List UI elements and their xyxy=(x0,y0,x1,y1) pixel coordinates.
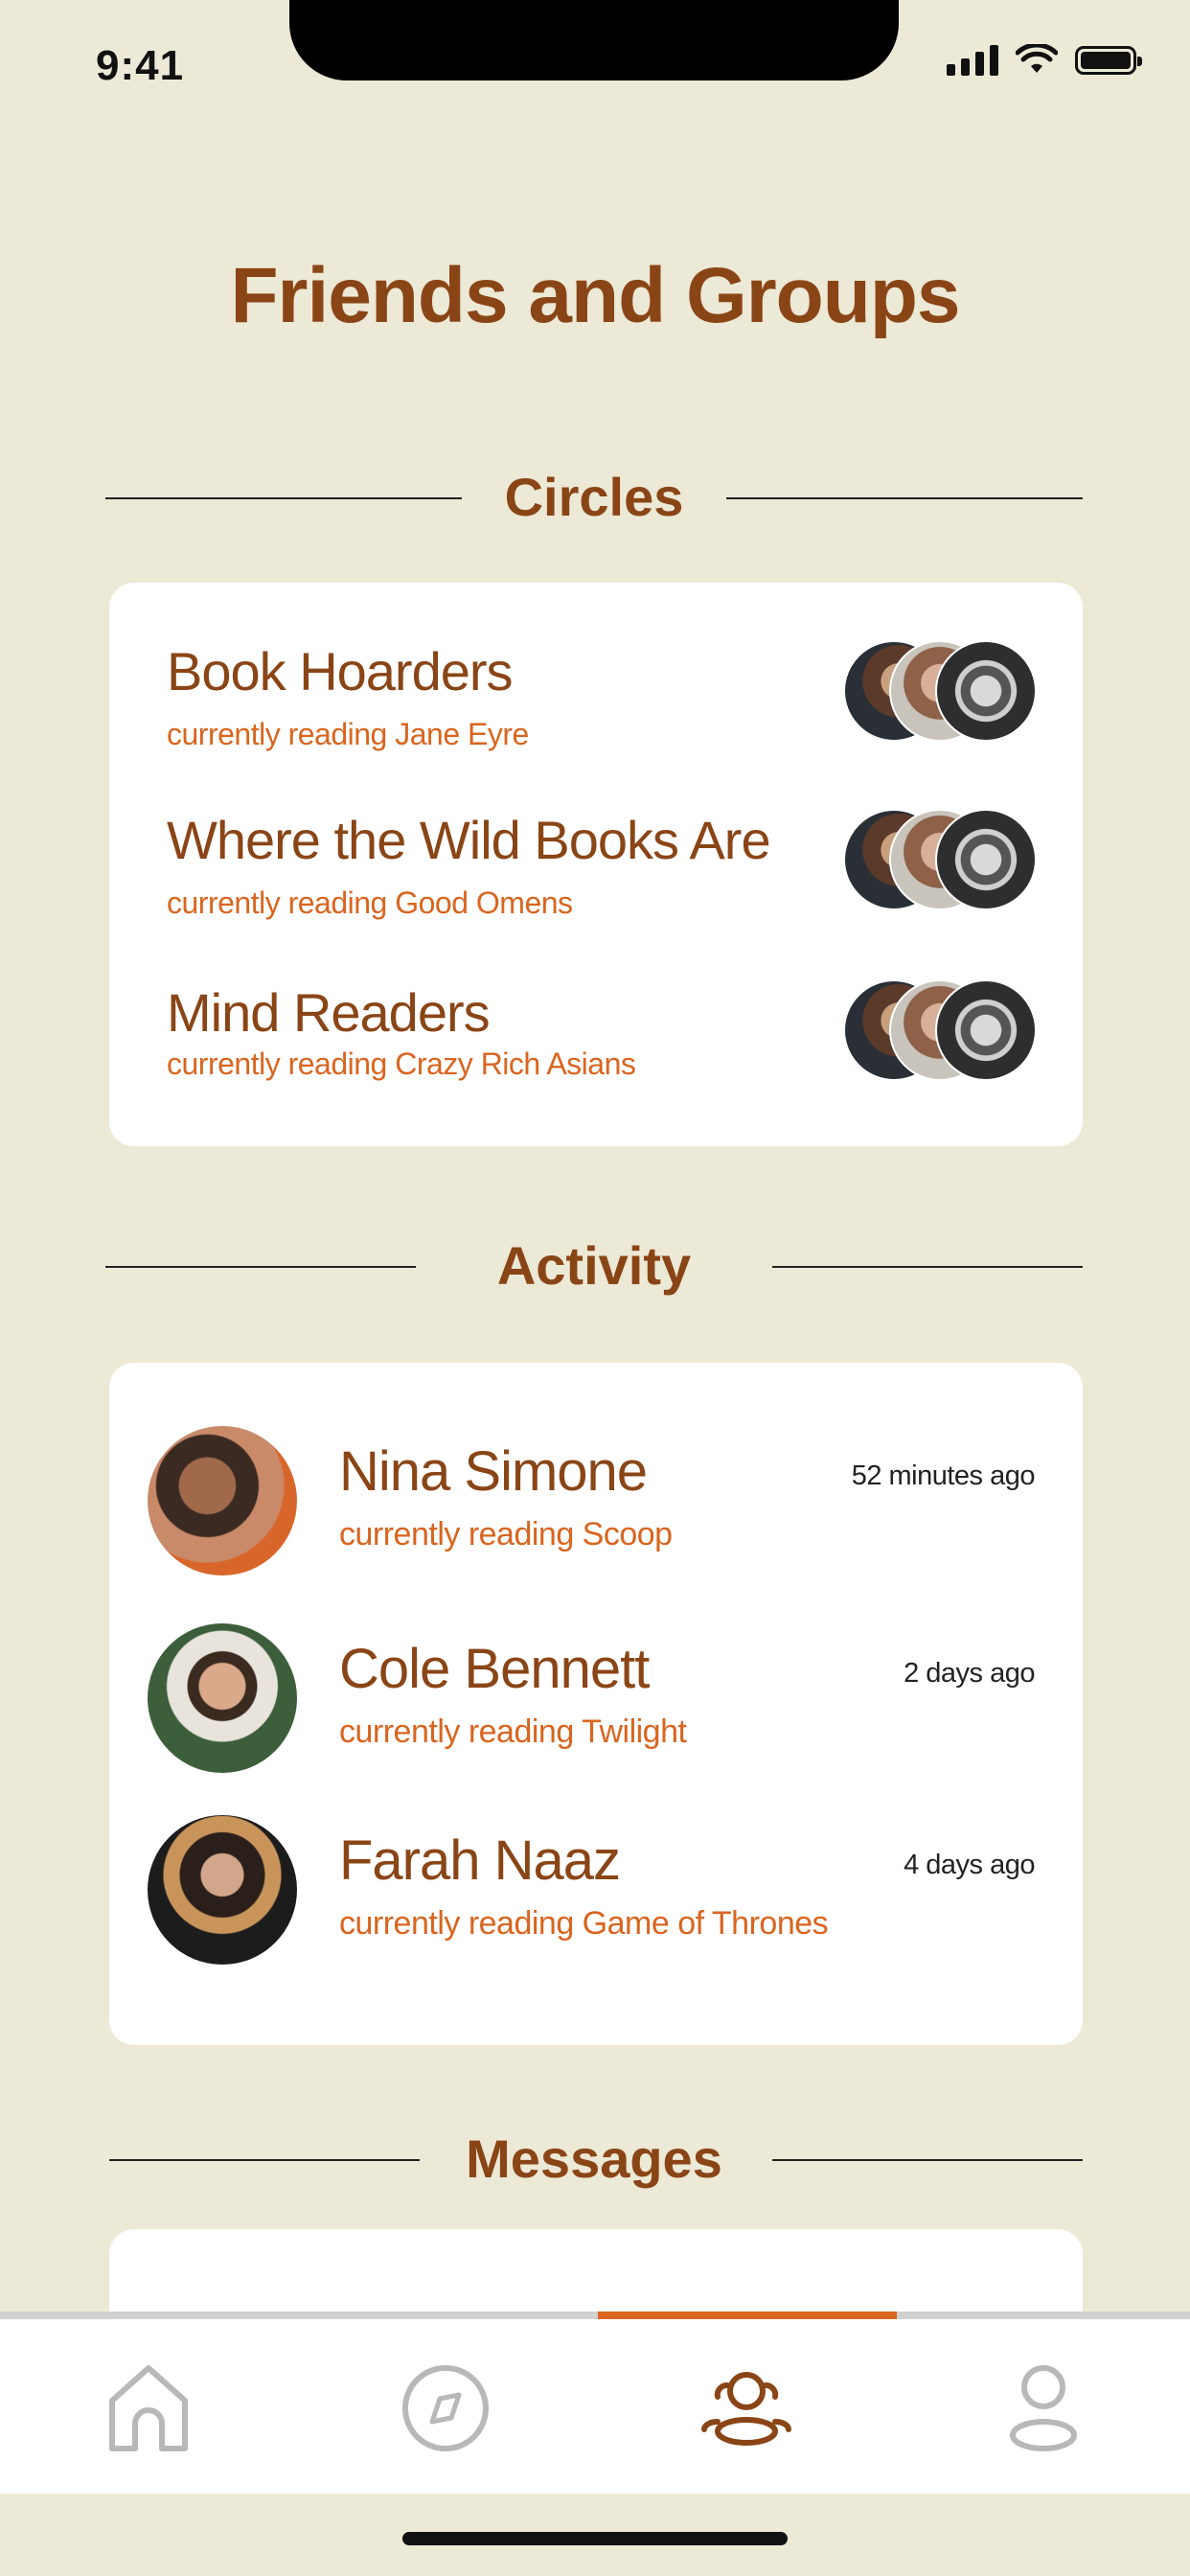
member-avatars xyxy=(843,809,1037,912)
status-time: 9:41 xyxy=(96,42,185,89)
activity-item[interactable]: Nina Simone currently reading Scoop 52 m… xyxy=(148,1426,1036,1579)
avatar xyxy=(935,809,1037,910)
activity-time: 2 days ago xyxy=(904,1658,1035,1689)
friend-reading: currently reading Game of Thrones xyxy=(339,1905,829,1942)
avatar xyxy=(935,640,1037,742)
circle-item[interactable]: Where the Wild Books Are currently readi… xyxy=(167,809,1044,933)
profile-icon xyxy=(1010,2365,1077,2451)
avatar xyxy=(148,1815,297,1965)
activity-item[interactable]: Farah Naaz currently reading Game of Thr… xyxy=(148,1815,1035,1968)
avatar xyxy=(148,1623,297,1773)
tab-bar xyxy=(0,2312,1190,2494)
circle-item[interactable]: Mind Readers currently reading Crazy Ric… xyxy=(167,979,1044,1106)
friend-name: Cole Bennett xyxy=(339,1638,650,1700)
circle-name: Book Hoarders xyxy=(167,641,514,702)
status-icons xyxy=(947,44,1142,77)
activity-time: 4 days ago xyxy=(904,1850,1035,1880)
circle-name: Where the Wild Books Are xyxy=(167,810,771,870)
activity-card: Nina Simone currently reading Scoop 52 m… xyxy=(109,1363,1083,2045)
friend-name: Nina Simone xyxy=(339,1440,648,1503)
battery-icon xyxy=(1075,46,1142,75)
divider-right xyxy=(772,1266,1083,1268)
activity-time: 52 minutes ago xyxy=(851,1460,1036,1491)
wifi-icon xyxy=(1016,44,1058,73)
active-tab-indicator xyxy=(598,2312,897,2319)
circle-reading: currently reading Good Omens xyxy=(167,886,573,920)
activity-item[interactable]: Cole Bennett currently reading Twilight … xyxy=(148,1623,1035,1777)
compass-icon xyxy=(402,2365,489,2451)
home-icon xyxy=(109,2365,188,2451)
cellular-signal-icon xyxy=(947,45,998,76)
home-indicator[interactable] xyxy=(402,2532,788,2545)
section-heading-activity: Activity xyxy=(105,1232,1083,1300)
friend-reading: currently reading Scoop xyxy=(339,1516,673,1552)
circle-item[interactable]: Book Hoarders currently reading Jane Eyr… xyxy=(167,640,1044,765)
section-heading-messages: Messages xyxy=(105,2126,1083,2193)
member-avatars xyxy=(843,640,1037,744)
section-heading-circles: Circles xyxy=(105,464,1083,531)
member-avatars xyxy=(843,979,1037,1083)
tab-profile[interactable] xyxy=(991,2356,1096,2461)
friends-icon xyxy=(701,2372,791,2446)
friend-name: Farah Naaz xyxy=(339,1829,621,1892)
friend-reading: currently reading Twilight xyxy=(339,1714,687,1750)
avatar xyxy=(935,979,1037,1081)
circle-name: Mind Readers xyxy=(167,982,491,1043)
tab-home[interactable] xyxy=(96,2356,201,2461)
tab-friends[interactable] xyxy=(694,2356,799,2461)
notch xyxy=(289,0,899,80)
divider-right xyxy=(772,2159,1083,2161)
divider-right xyxy=(726,497,1083,499)
avatar xyxy=(148,1426,297,1576)
circle-reading: currently reading Crazy Rich Asians xyxy=(167,1046,636,1081)
circle-reading: currently reading Jane Eyre xyxy=(167,717,529,751)
circles-card: Book Hoarders currently reading Jane Eyr… xyxy=(109,583,1083,1146)
page-title: Friends and Groups xyxy=(230,252,960,339)
tab-explore[interactable] xyxy=(393,2356,498,2461)
